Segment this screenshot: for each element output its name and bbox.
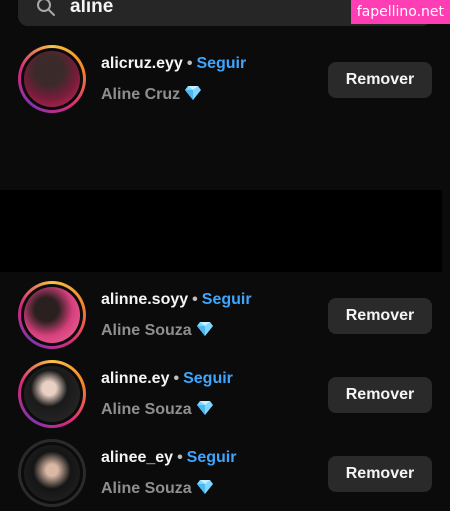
diamond-icon [185, 86, 202, 100]
search-input[interactable]: aline [70, 0, 113, 18]
username[interactable]: alicruz.eyy [101, 55, 183, 72]
remove-button[interactable]: Remover [328, 62, 432, 98]
account-row[interactable]: alinne.ey • Seguir Aline Souza Remover [0, 360, 450, 432]
full-name: Aline Souza [101, 401, 192, 418]
account-row[interactable]: alinee_ey • Seguir Aline Souza Remover [0, 439, 450, 511]
account-row[interactable]: alicruz.eyy • Seguir Aline Cruz Remover [0, 45, 450, 117]
diamond-icon [196, 401, 213, 415]
separator-dot: • [186, 55, 193, 72]
full-name: Aline Souza [101, 322, 192, 339]
avatar-image [24, 51, 80, 107]
avatar-image [24, 287, 80, 343]
remove-button[interactable]: Remover [328, 377, 432, 413]
full-name: Aline Souza [101, 480, 192, 497]
follow-button[interactable]: Seguir [202, 291, 252, 308]
diamond-icon [196, 322, 213, 336]
content-gap [0, 190, 442, 272]
separator-dot: • [192, 291, 198, 308]
avatar[interactable] [18, 281, 86, 349]
avatar-image [24, 366, 80, 422]
follow-button[interactable]: Seguir [196, 55, 246, 72]
username[interactable]: alinee_ey [101, 449, 173, 466]
separator-dot: • [177, 449, 183, 466]
avatar-image [24, 445, 80, 501]
separator-dot: • [173, 370, 180, 387]
diamond-icon [196, 480, 213, 494]
follow-button[interactable]: Seguir [183, 370, 233, 387]
avatar[interactable] [18, 439, 86, 507]
account-row[interactable]: alinne.soyy • Seguir Aline Souza Remover [0, 281, 450, 353]
search-icon [37, 0, 55, 16]
remove-button[interactable]: Remover [328, 298, 432, 334]
follow-button[interactable]: Seguir [187, 449, 237, 466]
avatar[interactable] [18, 360, 86, 428]
username[interactable]: alinne.ey [101, 370, 169, 387]
full-name: Aline Cruz [101, 86, 181, 103]
username[interactable]: alinne.soyy [101, 291, 188, 308]
watermark: fapellino.net [350, 0, 450, 24]
avatar[interactable] [18, 45, 86, 113]
